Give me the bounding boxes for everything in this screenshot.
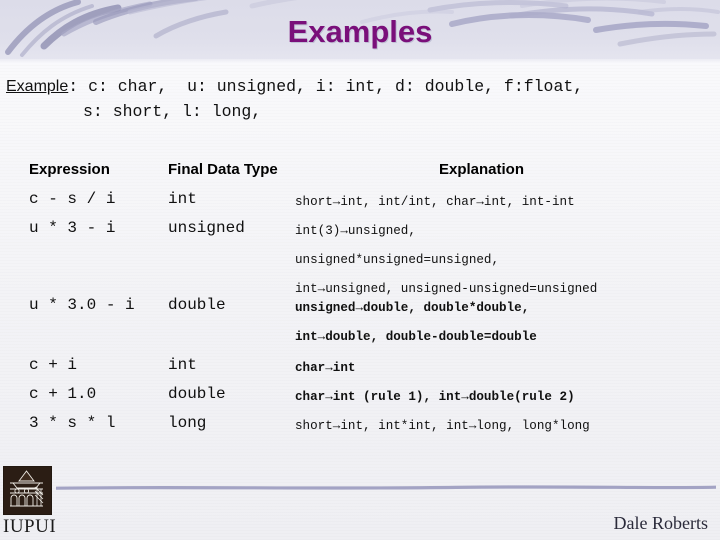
author-name: Dale Roberts (613, 513, 708, 533)
iupui-logo: IUPUI (3, 466, 59, 537)
example-declaration-line-2: s: short, l: long, (83, 102, 262, 121)
conversion-table: Expression Final Data Type Explanation c… (0, 160, 720, 433)
example-label: Example (6, 78, 69, 95)
cell-expression: u * 3.0 - i (29, 296, 135, 314)
campus-building-icon (4, 467, 49, 512)
explanation-line: char→int (295, 361, 356, 375)
cell-expression: c + i (29, 356, 78, 374)
column-header-explanation: Explanation (439, 161, 525, 178)
cell-final-data-type: double (168, 296, 226, 314)
cell-explanation: int(3)→unsigned, unsigned*unsigned=unsign… (295, 217, 597, 304)
explanation-line: char→int (rule 1), int→double(rule 2) (295, 390, 575, 404)
cell-explanation: char→int (rule 1), int→double(rule 2) (295, 383, 575, 412)
explanation-line: short→int, int*int, int→long, long*long (295, 419, 590, 433)
explanation-line: unsigned→double, double*double, (295, 301, 530, 315)
table-header-row: Expression Final Data Type Explanation (0, 160, 720, 181)
explanation-line: int→double, double-double=double (295, 330, 537, 344)
column-header-expression: Expression (29, 161, 110, 178)
cell-expression: 3 * s * l (29, 414, 116, 432)
cell-explanation: short→int, int/int, char→int, int-int (295, 188, 575, 217)
cell-explanation: char→int (295, 354, 355, 383)
iupui-logo-mark-icon (3, 466, 52, 515)
explanation-line: unsigned*unsigned=unsigned, (295, 253, 500, 267)
example-declaration-block: Example: c: char, u: unsigned, i: int, d… (6, 74, 720, 124)
cell-expression: c - s / i (29, 190, 116, 208)
example-declaration-line-1: Example: c: char, u: unsigned, i: int, d… (6, 74, 720, 99)
explanation-line: int(3)→unsigned, (295, 224, 416, 238)
example-label-colon: : (68, 77, 79, 96)
page-title: Examples (287, 14, 433, 49)
cell-expression: c + 1.0 (29, 385, 97, 403)
cell-final-data-type: long (168, 414, 207, 432)
cell-final-data-type: int (168, 356, 197, 374)
cell-explanation: unsigned→double, double*double, int→doubl… (295, 294, 537, 352)
iupui-logo-text: IUPUI (3, 516, 57, 537)
example-declaration-text-1: c: char, u: unsigned, i: int, d: double,… (88, 77, 584, 96)
cell-final-data-type: int (168, 190, 197, 208)
cell-final-data-type: unsigned (168, 219, 245, 237)
column-header-final-data-type: Final Data Type (168, 161, 278, 178)
cell-final-data-type: double (168, 385, 226, 403)
explanation-line: short→int, int/int, char→int, int-int (295, 195, 575, 209)
cell-explanation: short→int, int*int, int→long, long*long (295, 412, 590, 441)
bottom-accent-rule (56, 485, 716, 490)
cell-expression: u * 3 - i (29, 219, 116, 237)
slide-canvas: Examples Example: c: char, u: unsigned, … (0, 0, 720, 540)
